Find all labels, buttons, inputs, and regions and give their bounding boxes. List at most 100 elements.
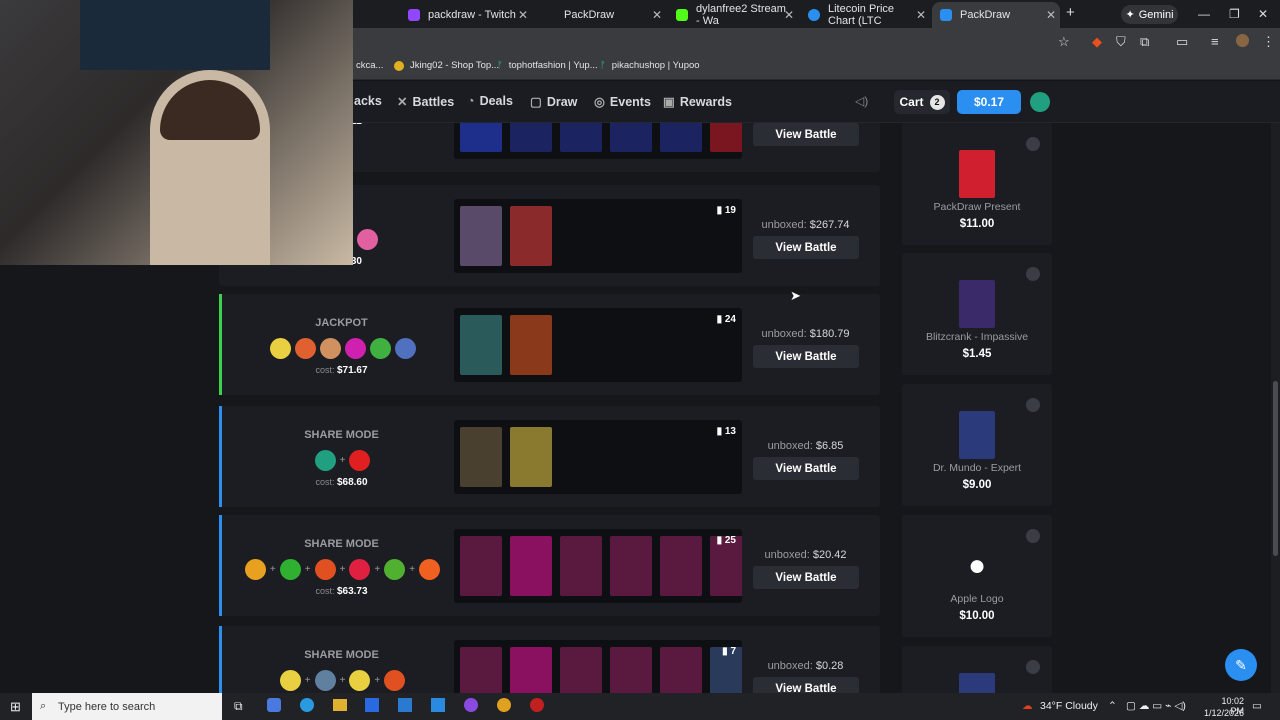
scrollbar-thumb[interactable] — [1273, 381, 1278, 556]
clock-date[interactable]: 1/12/2026 — [1198, 708, 1244, 718]
close-icon[interactable]: ✕ — [916, 8, 926, 22]
player-avatar[interactable] — [279, 559, 301, 580]
view-battle-button[interactable]: View Battle — [753, 457, 859, 480]
drop-user-avatar[interactable] — [1026, 137, 1040, 151]
obs-icon[interactable] — [530, 698, 544, 712]
close-icon[interactable]: ✕ — [518, 8, 528, 22]
page-scrollbar[interactable] — [1271, 81, 1280, 693]
pack-preview[interactable]: ▮ 7 — [454, 640, 742, 693]
player-avatar[interactable] — [349, 670, 371, 691]
player-avatar[interactable] — [294, 338, 316, 359]
battle-row[interactable]: JACKPOT cost: $71.67 ▮ 24 unboxed: $180.79 V… — [219, 294, 880, 395]
player-avatar[interactable] — [357, 229, 378, 250]
player-avatar[interactable] — [369, 338, 391, 359]
sound-icon[interactable]: ◁) — [855, 94, 868, 108]
player-avatar[interactable] — [279, 670, 301, 691]
player-avatar[interactable] — [314, 450, 336, 471]
drop-user-avatar[interactable] — [1026, 267, 1040, 281]
bookmark-item[interactable]: ckca... — [356, 60, 383, 71]
taskbar-search[interactable]: ⌕ Type here to search — [32, 693, 222, 720]
chrome-icon[interactable] — [497, 698, 511, 712]
tab-litecoin-chart[interactable]: Litecoin Price Chart (LTC ✕ — [800, 3, 930, 27]
close-icon[interactable]: ✕ — [1046, 8, 1056, 22]
mail-icon[interactable] — [398, 698, 412, 712]
player-avatar[interactable] — [344, 338, 366, 359]
player-avatar[interactable] — [319, 338, 341, 359]
edge-icon[interactable] — [300, 698, 314, 712]
cart-button[interactable]: Cart 2 — [894, 90, 950, 114]
player-avatar[interactable] — [384, 559, 406, 580]
live-drop-card[interactable]: PackDraw Present $11.00 — [902, 123, 1052, 245]
player-avatar[interactable] — [314, 559, 336, 580]
live-drop-card[interactable]: Blitzcrank - Impassive $1.45 — [902, 253, 1052, 375]
tab-packdraw-active[interactable]: PackDraw ✕ — [932, 2, 1060, 28]
view-battle-button[interactable]: View Battle — [753, 123, 859, 146]
pack-preview[interactable]: ▮ 24 — [454, 308, 742, 382]
close-icon[interactable]: ✕ — [652, 8, 662, 22]
chat-support-button[interactable]: ✎ — [1225, 649, 1257, 681]
user-avatar[interactable] — [1030, 92, 1050, 112]
tab-kick-stream[interactable]: dylanfree2 Stream - Wa ✕ — [668, 3, 798, 27]
notification-icon[interactable]: ▭ — [1252, 700, 1262, 712]
player-avatar[interactable] — [384, 670, 406, 691]
drop-user-avatar[interactable] — [1026, 660, 1040, 674]
media-icon[interactable]: ≡ — [1211, 34, 1219, 49]
player-avatar[interactable] — [349, 450, 371, 471]
tab-packdraw[interactable]: PackDraw ✕ — [536, 4, 666, 26]
battle-row[interactable]: SHARE MODE + + + + + cost: $63.73 ▮ 25 unboxed: … — [219, 515, 880, 616]
nav-rewards[interactable]: ▣ Rewards — [663, 94, 732, 110]
drop-user-avatar[interactable] — [1026, 398, 1040, 412]
pack-preview[interactable]: ▮ 19 — [454, 199, 742, 273]
player-avatar[interactable] — [419, 559, 441, 580]
view-battle-button[interactable]: View Battle — [753, 677, 859, 693]
view-battle-button[interactable]: View Battle — [753, 236, 859, 259]
weather-text[interactable]: 34°F Cloudy — [1040, 700, 1098, 712]
view-battle-button[interactable]: View Battle — [753, 345, 859, 368]
sidebar-icon[interactable]: ▭ — [1176, 34, 1188, 50]
puzzle-icon[interactable]: ⧉ — [1140, 34, 1149, 50]
tray-icons[interactable]: ▢ ☁ ▭ ⌁ ◁) — [1126, 700, 1186, 712]
battle-row[interactable]: SHARE MODE + cost: $68.60 ▮ 13 unboxed: $6.8… — [219, 406, 880, 507]
player-avatar[interactable] — [269, 338, 291, 359]
gemini-button[interactable]: ✦ Gemini — [1121, 5, 1178, 24]
player-avatar[interactable] — [244, 559, 266, 580]
tray-chevron-icon[interactable]: ⌃ — [1108, 700, 1117, 712]
player-avatar[interactable] — [349, 559, 371, 580]
new-tab-button[interactable]: + — [1066, 4, 1075, 21]
copilot-icon[interactable] — [267, 698, 281, 712]
discord-icon[interactable] — [464, 698, 478, 712]
live-drop-card[interactable] — [902, 646, 1052, 693]
facebook-icon[interactable] — [431, 698, 445, 712]
bookmark-item[interactable]: ᚠ pikachushop | Yupoo — [600, 60, 700, 71]
pack-preview[interactable]: ▮ 25 — [454, 529, 742, 603]
tab-packdraw-twitch[interactable]: packdraw - Twitch ✕ — [400, 4, 532, 26]
star-icon[interactable]: ☆ — [1058, 34, 1070, 50]
live-drop-card[interactable]: Dr. Mundo - Expert $9.00 — [902, 384, 1052, 506]
menu-icon[interactable]: ⋮ — [1262, 34, 1275, 50]
battle-row[interactable]: SHARE MODE + + + ▮ 7 unboxed: $0.28 View Battl… — [219, 626, 880, 693]
file-explorer-icon[interactable] — [333, 699, 347, 711]
balance-button[interactable]: $0.17 — [957, 90, 1021, 114]
extension-icon[interactable]: ◆ — [1092, 34, 1102, 50]
windows-start-icon[interactable]: ⊞ — [10, 699, 21, 715]
pack-preview[interactable]: ▮ 13 — [454, 420, 742, 494]
close-window-button[interactable]: ✕ — [1258, 7, 1268, 21]
nav-events[interactable]: ◎ Events — [594, 94, 651, 110]
view-battle-button[interactable]: View Battle — [753, 566, 859, 589]
player-avatar[interactable] — [314, 670, 336, 691]
nav-battles[interactable]: ✕ Battles — [397, 94, 454, 110]
nav-deals[interactable]: ◔ Deals — [467, 94, 513, 108]
maximize-button[interactable]: ❐ — [1229, 7, 1240, 21]
task-view-icon[interactable]: ⧉ — [234, 699, 243, 714]
nav-packs[interactable]: acks — [354, 94, 382, 108]
store-icon[interactable] — [365, 698, 379, 712]
close-icon[interactable]: ✕ — [784, 8, 794, 22]
nav-draw[interactable]: ▢ Draw — [530, 94, 577, 110]
bookmark-item[interactable]: ᚠ tophotfashion | Yup... — [497, 60, 598, 71]
shield-icon[interactable]: ⛉ — [1116, 34, 1126, 50]
minimize-button[interactable]: — — [1198, 7, 1210, 21]
bookmark-item[interactable]: Jking02 - Shop Top... — [394, 60, 499, 71]
drop-user-avatar[interactable] — [1026, 529, 1040, 543]
live-drop-card[interactable]: ● Apple Logo $10.00 — [902, 515, 1052, 637]
profile-avatar[interactable] — [1236, 34, 1249, 47]
